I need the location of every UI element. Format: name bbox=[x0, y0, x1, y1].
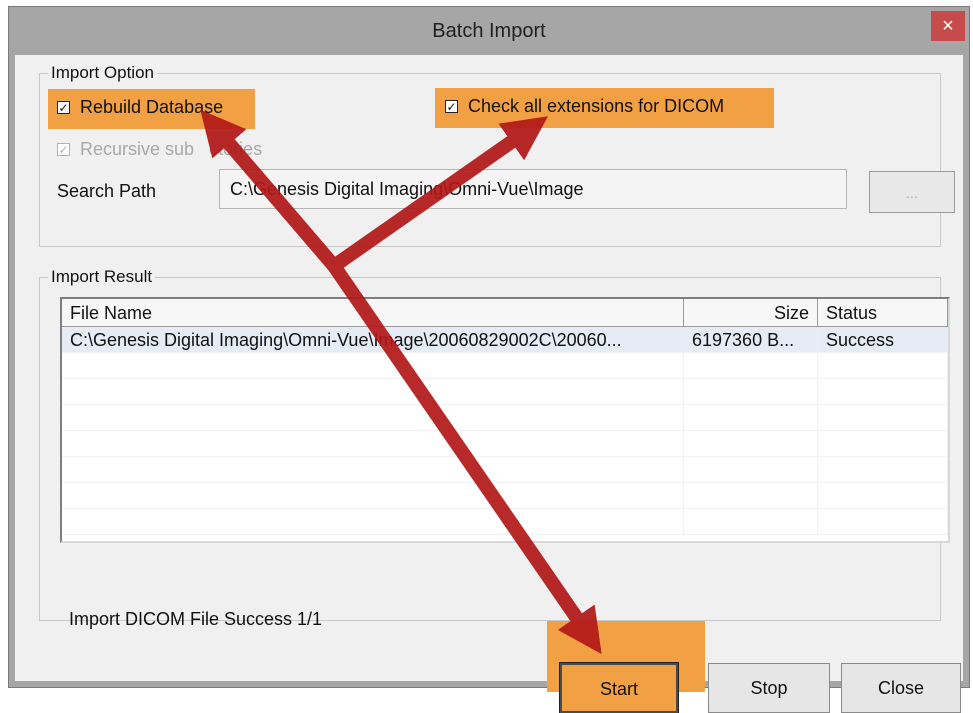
rebuild-database-checkbox[interactable]: ✓ Rebuild Database bbox=[57, 97, 223, 118]
list-header: File Name Size Status bbox=[62, 299, 948, 327]
table-row[interactable]: C:\Genesis Digital Imaging\Omni-Vue\Imag… bbox=[62, 327, 948, 353]
import-result-legend: Import Result bbox=[48, 266, 156, 288]
checkbox-checked-icon: ✓ bbox=[57, 143, 70, 157]
column-file-name[interactable]: File Name bbox=[62, 299, 684, 327]
checkbox-checked-icon: ✓ bbox=[445, 100, 458, 114]
empty-row bbox=[62, 405, 948, 431]
import-option-legend: Import Option bbox=[48, 62, 157, 84]
close-button[interactable]: Close bbox=[841, 663, 961, 713]
batch-import-window: Batch Import × Import Option ✓ Rebuild D… bbox=[8, 6, 970, 713]
empty-row bbox=[62, 431, 948, 457]
dialog-client: Import Option ✓ Rebuild Database ✓ Check… bbox=[15, 55, 963, 713]
empty-row bbox=[62, 379, 948, 405]
checkbox-checked-icon: ✓ bbox=[57, 101, 70, 115]
title-bar[interactable]: Batch Import × bbox=[9, 7, 969, 55]
empty-row bbox=[62, 509, 948, 535]
list-rows: C:\Genesis Digital Imaging\Omni-Vue\Imag… bbox=[62, 327, 948, 535]
recursive-subdirectories-label: Recursive sub ctories bbox=[80, 139, 263, 159]
check-all-extensions-checkbox[interactable]: ✓ Check all extensions for DICOM bbox=[445, 96, 724, 117]
cell-status: Success bbox=[818, 327, 948, 353]
empty-row bbox=[62, 457, 948, 483]
import-status-text: Import DICOM File Success 1/1 bbox=[69, 609, 323, 629]
column-status[interactable]: Status bbox=[818, 299, 948, 327]
cell-size: 6197360 B... bbox=[684, 327, 818, 353]
stop-button[interactable]: Stop bbox=[708, 663, 830, 713]
check-all-extensions-label: Check all extensions for DICOM bbox=[468, 96, 725, 116]
search-path-label: Search Path bbox=[57, 181, 157, 201]
start-button[interactable]: Start bbox=[559, 662, 679, 713]
cell-file-name: C:\Genesis Digital Imaging\Omni-Vue\Imag… bbox=[62, 327, 684, 353]
search-path-input[interactable]: C:\Genesis Digital Imaging\Omni-Vue\Imag… bbox=[219, 169, 847, 209]
column-size[interactable]: Size bbox=[684, 299, 818, 327]
recursive-subdirectories-checkbox[interactable]: ✓ Recursive sub ctories bbox=[57, 139, 262, 160]
empty-row bbox=[62, 483, 948, 509]
empty-row bbox=[62, 353, 948, 379]
window-title: Batch Import bbox=[432, 20, 546, 42]
rebuild-database-label: Rebuild Database bbox=[80, 97, 224, 117]
browse-button[interactable]: ... bbox=[869, 171, 955, 213]
close-icon[interactable]: × bbox=[931, 11, 965, 41]
import-result-list[interactable]: File Name Size Status C:\Genesis Digital… bbox=[60, 297, 950, 543]
